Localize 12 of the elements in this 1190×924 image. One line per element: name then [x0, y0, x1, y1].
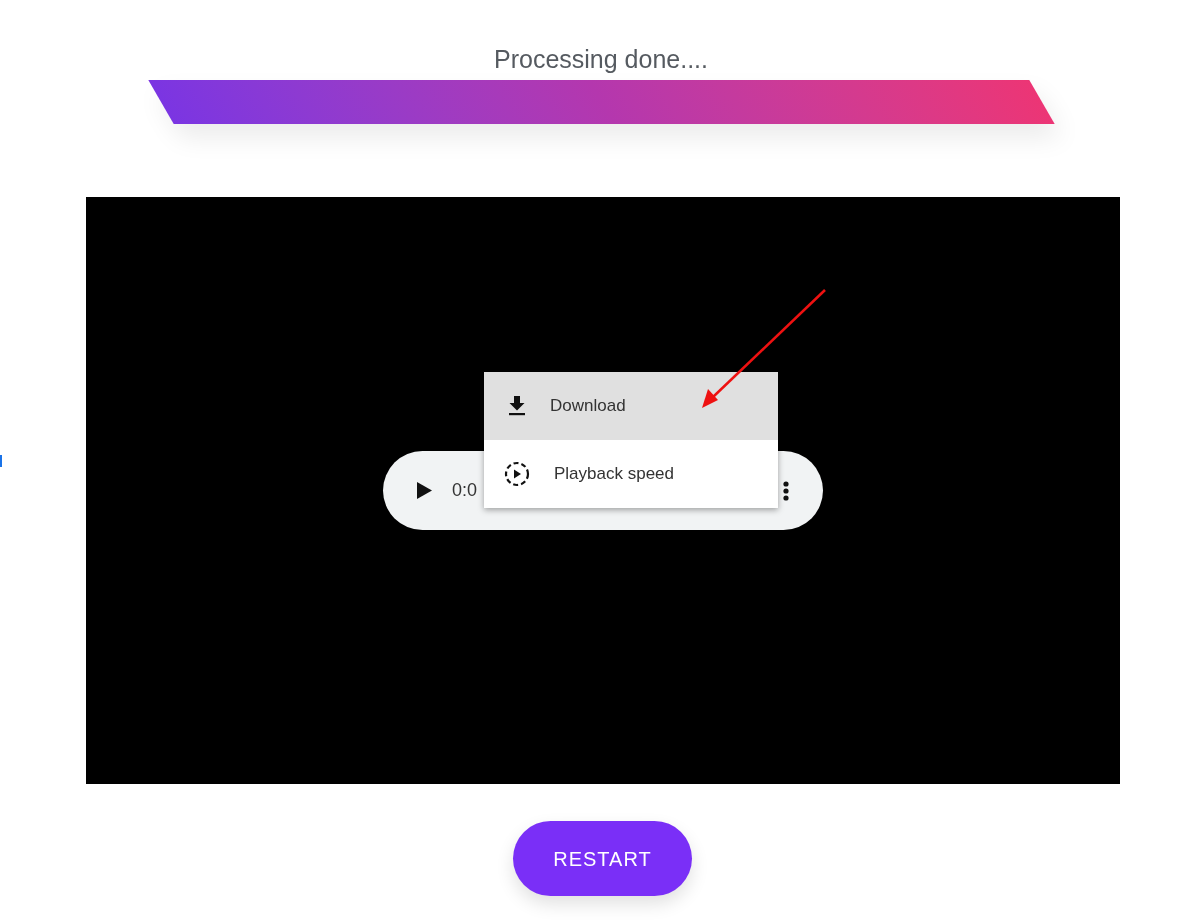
menu-item-label: Playback speed [554, 463, 675, 486]
restart-button[interactable]: RESTART [513, 821, 692, 896]
download-icon [508, 396, 526, 416]
status-title: Processing done.... [494, 44, 708, 74]
menu-item[interactable]: Download [484, 372, 778, 440]
time-display: 0:0 [452, 479, 478, 502]
cursor-line [0, 455, 2, 467]
dashed-circle-play-icon [504, 461, 530, 487]
play-icon [416, 482, 432, 499]
menu-item-label: Download [550, 395, 626, 418]
more-options-icon [783, 480, 789, 501]
menu-item[interactable]: Playback speed [484, 440, 778, 508]
